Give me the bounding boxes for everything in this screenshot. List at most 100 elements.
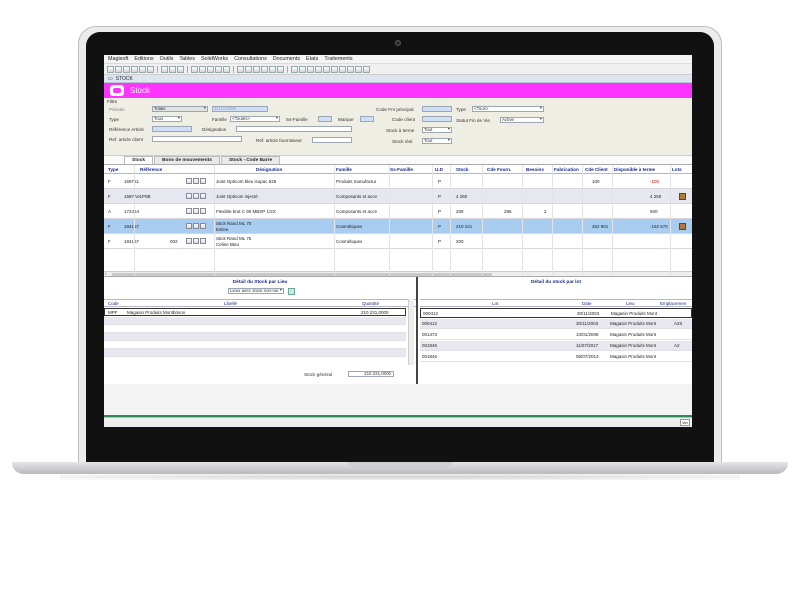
- tab-stock-code-barre[interactable]: Stock - Code Barre: [220, 156, 281, 164]
- grid-col-cde-fourn[interactable]: Cde Fourn.: [487, 167, 511, 172]
- table-row[interactable]: F 169751 Joint Opticom bleu isopac 525 Prod…: [104, 174, 692, 189]
- toolbar-button[interactable]: [261, 65, 268, 73]
- date-field[interactable]: 31/12/2009: [212, 106, 268, 112]
- grid-col-cde-client[interactable]: Cde Client: [585, 167, 608, 172]
- lot-row[interactable]: 001846 11/07/2017 Magasin Produits Mont A2: [420, 341, 692, 351]
- type-select[interactable]: Tous: [152, 116, 182, 122]
- info-icon[interactable]: [200, 178, 206, 184]
- search-icon[interactable]: [186, 178, 192, 184]
- grid-col-ss-famille[interactable]: Ss-Famille: [390, 167, 413, 172]
- menu-item-outils[interactable]: Outils: [160, 56, 174, 62]
- grid-col-fabrication[interactable]: Fabrication: [554, 167, 579, 172]
- toolbar-button[interactable]: [215, 65, 222, 73]
- stock-terme-select[interactable]: Tout: [422, 127, 452, 133]
- search-icon[interactable]: [186, 223, 192, 229]
- menu-item-traitements[interactable]: Traitements: [324, 56, 352, 62]
- tab-stock[interactable]: Stock: [124, 156, 154, 164]
- toolbar-button[interactable]: [347, 65, 354, 73]
- ref-client-field[interactable]: [152, 136, 242, 142]
- toolbar-button[interactable]: [131, 65, 138, 73]
- menu-item-tables[interactable]: Tables: [179, 56, 195, 62]
- lot-row[interactable]: 000412 30/11/2003 Magasin Produits Mont: [420, 308, 692, 318]
- toolbar-button[interactable]: [307, 65, 314, 73]
- designation-field[interactable]: [236, 126, 352, 132]
- periode-select[interactable]: Totale: [152, 106, 208, 112]
- toolbar-button[interactable]: [191, 65, 198, 73]
- toolbar-button[interactable]: [253, 65, 260, 73]
- grid-col-stock[interactable]: Stock: [456, 167, 469, 172]
- menu-item-editions[interactable]: Editions: [134, 56, 153, 62]
- sous-famille-field[interactable]: [318, 116, 332, 122]
- menu-item-etats[interactable]: Etats: [306, 56, 318, 62]
- menu-item-magisoft[interactable]: Magisoft: [108, 56, 128, 62]
- info-icon[interactable]: [200, 208, 206, 214]
- toolbar-button[interactable]: [291, 65, 298, 73]
- toolbar-button[interactable]: [315, 65, 322, 73]
- menu-item-consultations[interactable]: Consultations: [234, 56, 267, 62]
- toolbar-button[interactable]: [157, 65, 158, 73]
- lieu-filter-select[interactable]: Lieux avec stock non-nul: [228, 288, 284, 294]
- toolbar-button[interactable]: [147, 65, 154, 73]
- toolbar-button[interactable]: [177, 65, 184, 73]
- edit-icon[interactable]: [193, 223, 199, 229]
- toolbar-button[interactable]: [187, 65, 188, 73]
- toolbar-button[interactable]: [237, 65, 244, 73]
- info-icon[interactable]: [200, 193, 206, 199]
- info-icon[interactable]: [200, 238, 206, 244]
- lieu-vertical-scrollbar[interactable]: [408, 299, 414, 365]
- search-icon[interactable]: [186, 208, 192, 214]
- ref-fournisseur-field[interactable]: [312, 137, 352, 143]
- grid-col-disponible[interactable]: Disponible à terme: [614, 167, 655, 172]
- statut-select[interactable]: Active: [500, 117, 544, 123]
- toolbar-button[interactable]: [339, 65, 346, 73]
- edit-icon[interactable]: [193, 193, 199, 199]
- lieu-row[interactable]: MPF Magasin Produits Montbrison 210 231,…: [104, 308, 406, 316]
- toolbar-button[interactable]: [287, 65, 288, 73]
- toolbar-button[interactable]: [299, 65, 306, 73]
- lots-box-icon[interactable]: [679, 193, 686, 200]
- search-icon[interactable]: [186, 238, 192, 244]
- refresh-button[interactable]: [288, 288, 295, 295]
- lot-row[interactable]: 000412 30/11/2003 Magasin Produits Mont A28: [420, 319, 692, 329]
- edit-icon[interactable]: [193, 238, 199, 244]
- grid-col-famille[interactable]: Famille: [336, 167, 352, 172]
- toolbar-button[interactable]: [269, 65, 276, 73]
- code-fnr-field[interactable]: [422, 106, 452, 112]
- table-row[interactable]: F 184187 002 Stick Rand ML 75 Cosmétiques P 20…: [104, 234, 692, 249]
- toolbar-button[interactable]: [207, 65, 214, 73]
- menu-item-solidworks[interactable]: SolidWorks: [201, 56, 228, 62]
- table-row[interactable]: F 1697A01P0B Joint Opticom injecté Composan…: [104, 189, 692, 204]
- toolbar-button[interactable]: [363, 65, 370, 73]
- toolbar-button[interactable]: [277, 65, 284, 73]
- toolbar-button[interactable]: [107, 65, 114, 73]
- grid-col-lots[interactable]: Lots: [672, 167, 682, 172]
- edit-icon[interactable]: [193, 208, 199, 214]
- search-icon[interactable]: [186, 193, 192, 199]
- toolbar-button[interactable]: [233, 65, 234, 73]
- toolbar-button[interactable]: [199, 65, 206, 73]
- toolbar-button[interactable]: [223, 65, 230, 73]
- toolbar-button[interactable]: [323, 65, 330, 73]
- toolbar-button[interactable]: [245, 65, 252, 73]
- grid-col-ud[interactable]: U.D: [435, 167, 443, 172]
- toolbar-button[interactable]: [123, 65, 130, 73]
- scroll-left-icon[interactable]: ‹: [105, 271, 107, 276]
- lot-row[interactable]: 001846 06/07/2013 Magasin Produits Mont: [420, 352, 692, 362]
- type2-select[interactable]: <Tous>: [472, 106, 544, 112]
- grid-col-type[interactable]: Type: [108, 167, 118, 172]
- toolbar-button[interactable]: [331, 65, 338, 73]
- toolbar-button[interactable]: [139, 65, 146, 73]
- horizontal-scrollbar[interactable]: ‹: [104, 271, 692, 276]
- toolbar-button[interactable]: [115, 65, 122, 73]
- famille-select[interactable]: <Toutes>: [230, 116, 280, 122]
- grid-col-designation[interactable]: Désignation: [256, 167, 282, 172]
- table-row[interactable]: A 172464 Flexible brut C 90 MBSP 1/2X Compo…: [104, 204, 692, 219]
- toolbar-button[interactable]: [169, 65, 176, 73]
- grid-col-reference[interactable]: Référence: [140, 167, 162, 172]
- info-icon[interactable]: [200, 223, 206, 229]
- menu-item-documents[interactable]: Documents: [273, 56, 300, 62]
- toolbar-button[interactable]: [355, 65, 362, 73]
- lot-row[interactable]: 001473 10/01/2008 Magasin Produits Mont: [420, 330, 692, 340]
- tab-bons-mouvements[interactable]: Bons de mouvements: [154, 156, 220, 164]
- lots-box-icon[interactable]: [679, 223, 686, 230]
